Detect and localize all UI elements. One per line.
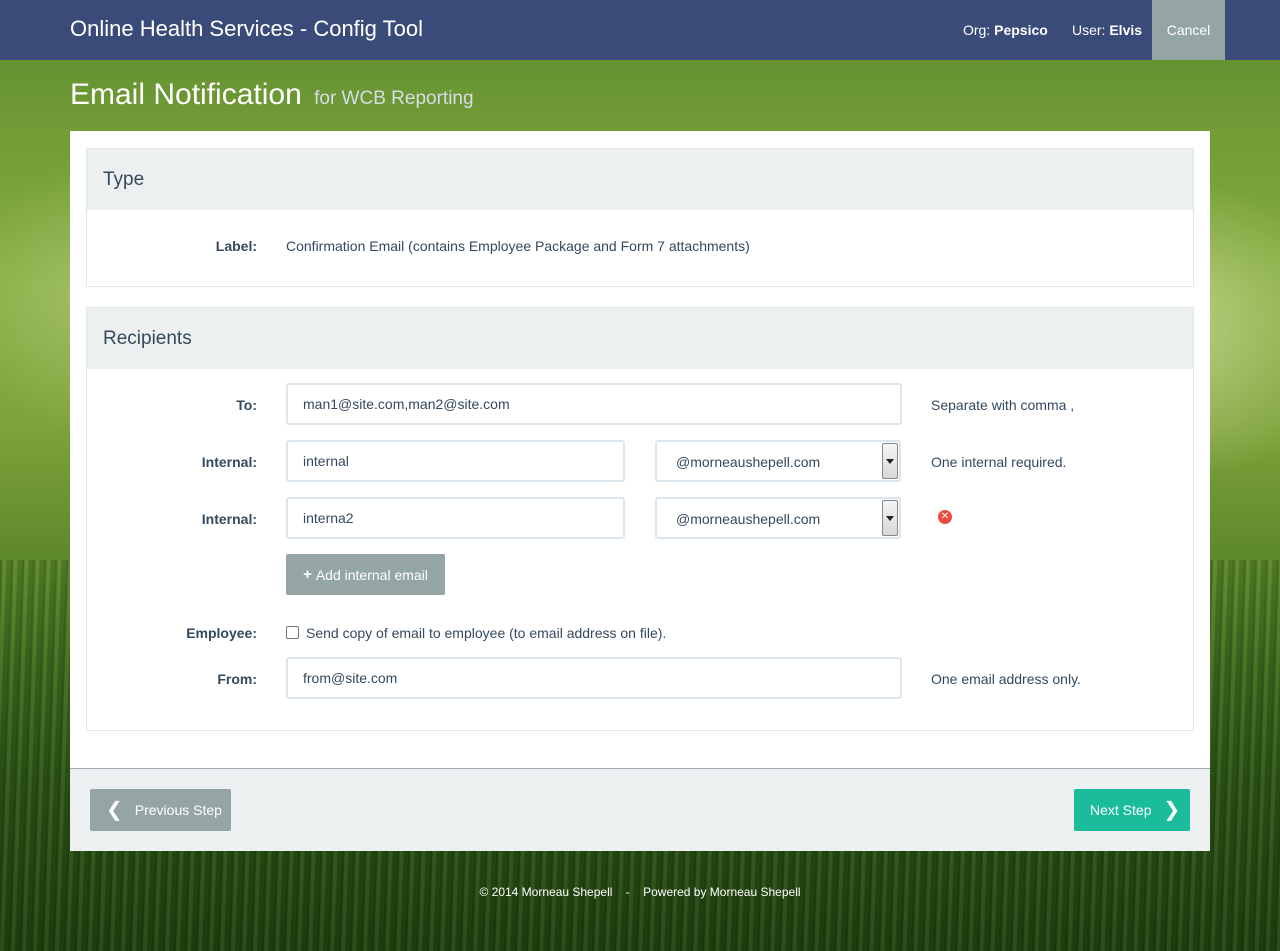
add-internal-email-label: Add internal email	[315, 566, 428, 583]
chevron-left-icon: ❮	[106, 799, 123, 821]
page-footer: © 2014 Morneau Shepell - Powered by Morn…	[0, 885, 1280, 899]
user-value: Elvis	[1109, 22, 1143, 38]
internal-domain-value-1: @morneaushepell.com	[676, 454, 821, 470]
employee-checkbox-text[interactable]: Send copy of email to employee (to email…	[306, 625, 666, 641]
step-navigation-bar: ❮ Previous Step Next Step ❯	[70, 768, 1210, 851]
type-panel: Type Label: Confirmation Email (contains…	[86, 148, 1194, 287]
add-internal-email-button[interactable]: + Add internal email	[286, 554, 445, 595]
internal-label-1: Internal:	[201, 454, 257, 470]
previous-step-button[interactable]: ❮ Previous Step	[90, 789, 231, 831]
page-subtitle: for WCB Reporting	[314, 88, 474, 109]
top-navbar: Online Health Services - Config Tool Org…	[0, 0, 1280, 60]
from-label: From:	[217, 671, 257, 687]
internal-input-2[interactable]	[286, 497, 625, 539]
previous-step-label: Previous Step	[134, 802, 222, 818]
employee-copy-checkbox[interactable]	[286, 626, 299, 639]
copyright-text: © 2014 Morneau Shepell	[479, 885, 613, 899]
next-step-label: Next Step	[1090, 802, 1152, 818]
org-indicator: Org: Pepsico	[963, 22, 1048, 38]
to-label: To:	[236, 397, 257, 413]
chevron-down-icon[interactable]	[882, 500, 898, 536]
chevron-right-icon: ❯	[1163, 799, 1181, 821]
powered-by-text: Powered by Morneau Shepell	[643, 885, 801, 899]
from-help-text: One email address only.	[931, 671, 1081, 687]
internal-help-text: One internal required.	[931, 454, 1067, 470]
type-panel-heading: Type	[87, 149, 1193, 210]
label-value: Confirmation Email (contains Employee Pa…	[286, 238, 750, 254]
org-value: Pepsico	[994, 22, 1048, 38]
internal-input-1[interactable]	[286, 440, 625, 482]
main-card: Type Label: Confirmation Email (contains…	[70, 131, 1210, 851]
footer-separator: -	[625, 885, 630, 899]
from-input[interactable]	[286, 657, 902, 699]
recipients-panel-heading: Recipients	[87, 308, 1193, 369]
cancel-button[interactable]: Cancel	[1152, 0, 1225, 60]
org-label: Org:	[963, 22, 991, 38]
user-label: User:	[1072, 22, 1106, 38]
internal-domain-select-1[interactable]: @morneaushepell.com	[655, 440, 901, 482]
to-input[interactable]	[286, 383, 902, 425]
next-step-button[interactable]: Next Step ❯	[1074, 789, 1190, 831]
internal-domain-select-2[interactable]: @morneaushepell.com	[655, 497, 901, 539]
remove-circle-icon[interactable]: ✕	[938, 510, 952, 524]
user-indicator: User: Elvis	[1072, 22, 1142, 38]
chevron-down-icon[interactable]	[882, 443, 898, 479]
plus-icon: +	[303, 566, 312, 583]
internal-domain-value-2: @morneaushepell.com	[676, 511, 821, 527]
internal-label-2: Internal:	[201, 511, 257, 527]
page-title: Email Notification for WCB Reporting	[70, 78, 474, 112]
to-help-text: Separate with comma ,	[931, 397, 1075, 413]
app-title: Online Health Services - Config Tool	[70, 16, 423, 41]
employee-label: Employee:	[186, 625, 257, 641]
page-title-text: Email Notification	[70, 78, 302, 111]
label-field-label: Label:	[215, 238, 257, 254]
recipients-panel: Recipients To: Separate with comma , Int…	[86, 307, 1194, 731]
